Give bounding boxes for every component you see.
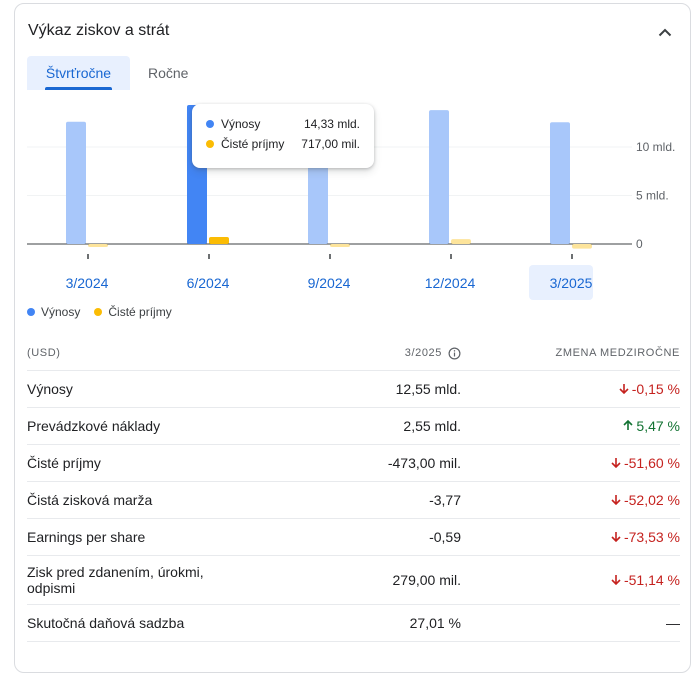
table-row: Čistá zisková marža -3,77 -52,02 %	[27, 482, 680, 519]
row-value: -0,59	[429, 529, 461, 545]
row-value: -473,00 mil.	[387, 455, 461, 471]
row-value: 27,01 %	[409, 615, 461, 631]
legend-item-net-income: Čisté príjmy	[94, 305, 172, 319]
x-category-label[interactable]: 3/2025	[550, 275, 593, 291]
arrow-down-icon	[619, 383, 629, 395]
header-currency: (USD)	[27, 347, 61, 359]
chevron-up-icon	[658, 24, 672, 42]
legend-item-revenue: Výnosy	[27, 305, 80, 319]
bar-net-income[interactable]	[88, 244, 108, 247]
bar-net-income[interactable]	[330, 244, 350, 247]
tooltip-revenue-value: 14,33 mld.	[303, 117, 360, 131]
tab-quarterly[interactable]: Štvrťročne	[27, 56, 130, 90]
table-row: Prevádzkové náklady 2,55 mld. 5,47 %	[27, 408, 680, 445]
y-tick-label: 10 mld.	[636, 140, 675, 154]
tooltip-net-income-dot	[206, 140, 214, 148]
tooltip-revenue-label: Výnosy	[221, 117, 261, 131]
tooltip-net-income-label: Čisté príjmy	[221, 137, 285, 151]
bar-revenue[interactable]	[66, 121, 86, 244]
row-change: -51,60 %	[461, 455, 680, 472]
row-change-value: —	[666, 615, 680, 631]
tab-annual[interactable]: Ročne	[130, 56, 202, 90]
row-change: -52,02 %	[461, 492, 680, 509]
arrow-up-icon	[623, 420, 633, 431]
table-row: Skutočná daňová sadzba 27,01 % —	[27, 605, 680, 642]
table-row: Zisk pred zdanením, úrokmi, odpismi 279,0…	[27, 556, 680, 605]
row-label: Čistá zisková marža	[27, 492, 153, 508]
y-tick-label: 5 mld.	[636, 189, 669, 203]
table-header: (USD) 3/2025 ZMENA MEDZIROČNE	[27, 336, 680, 371]
x-category-label[interactable]: 6/2024	[187, 275, 230, 291]
x-category-label[interactable]: 12/2024	[425, 275, 476, 291]
chart-legend: Výnosy Čisté príjmy	[27, 305, 186, 319]
arrow-down-icon	[611, 574, 621, 586]
legend-revenue-dot	[27, 308, 35, 316]
row-change: -51,14 %	[461, 572, 680, 589]
y-tick-label: 0	[636, 237, 643, 251]
arrow-down-icon	[611, 494, 621, 506]
row-value: 12,55 mld.	[395, 381, 461, 397]
income-table: (USD) 3/2025 ZMENA MEDZIROČNE Výnosy 12,5…	[27, 336, 680, 642]
legend-revenue-label: Výnosy	[41, 305, 81, 319]
period-tabs: Štvrťročne Ročne	[27, 56, 202, 90]
row-change-value: -51,14 %	[623, 571, 680, 588]
chart-tooltip: Výnosy 14,33 mld. Čisté príjmy 717,00 mi…	[192, 104, 374, 168]
row-change-value: -0,15 %	[631, 380, 680, 397]
card-title: Výkaz ziskov a strát	[28, 22, 170, 39]
collapse-button[interactable]	[654, 22, 676, 44]
row-value: 279,00 mil.	[392, 572, 461, 588]
row-value: 2,55 mld.	[403, 418, 461, 434]
bar-net-income[interactable]	[451, 239, 471, 244]
tooltip-net-income-value: 717,00 mil.	[301, 137, 360, 151]
tooltip-row-net-income: Čisté príjmy 717,00 mil.	[206, 134, 360, 154]
row-change: -0,15 %	[461, 381, 680, 398]
arrow-down-icon	[611, 457, 621, 469]
row-label: Výnosy	[27, 381, 73, 397]
header-period: 3/2025	[297, 347, 461, 360]
row-label: Čisté príjmy	[27, 455, 101, 471]
table-row: Earnings per share -0,59 -73,53 %	[27, 519, 680, 556]
legend-net-income-label: Čisté príjmy	[108, 305, 172, 319]
row-change-value: -52,02 %	[623, 491, 680, 508]
row-label: Earnings per share	[27, 529, 146, 545]
info-icon[interactable]	[448, 347, 461, 360]
bar-revenue[interactable]	[550, 122, 570, 244]
row-change: 5,47 %	[461, 418, 680, 435]
bar-net-income[interactable]	[572, 244, 592, 249]
header-period-label: 3/2025	[404, 347, 442, 359]
arrow-down-icon	[611, 531, 621, 543]
row-label: Prevádzkové náklady	[27, 418, 161, 434]
row-change: -73,53 %	[461, 529, 680, 546]
x-category-label[interactable]: 9/2024	[308, 275, 351, 291]
row-change-value: 5,47 %	[636, 417, 680, 434]
table-row: Výnosy 12,55 mld. -0,15 %	[27, 371, 680, 408]
legend-net-income-dot	[94, 308, 103, 316]
x-category-label[interactable]: 3/2024	[66, 275, 109, 291]
row-label: Zisk pred zdanením, úrokmi, odpismi	[27, 564, 204, 596]
header-change: ZMENA MEDZIROČNE	[555, 347, 680, 359]
row-value: -3,77	[429, 492, 461, 508]
row-label: Skutočná daňová sadzba	[27, 615, 185, 631]
tab-annual-label: Ročne	[148, 65, 189, 81]
row-change-value: -51,60 %	[623, 454, 680, 471]
row-change-value: -73,53 %	[623, 528, 680, 545]
row-change: —	[461, 615, 680, 631]
bar-net-income[interactable]	[209, 237, 229, 244]
tab-quarterly-label: Štvrťročne	[45, 65, 112, 81]
table-row: Čisté príjmy -473,00 mil. -51,60 %	[27, 445, 680, 482]
tooltip-row-revenue: Výnosy 14,33 mld.	[206, 114, 360, 134]
tooltip-revenue-dot	[206, 120, 214, 128]
bar-revenue[interactable]	[429, 110, 449, 244]
